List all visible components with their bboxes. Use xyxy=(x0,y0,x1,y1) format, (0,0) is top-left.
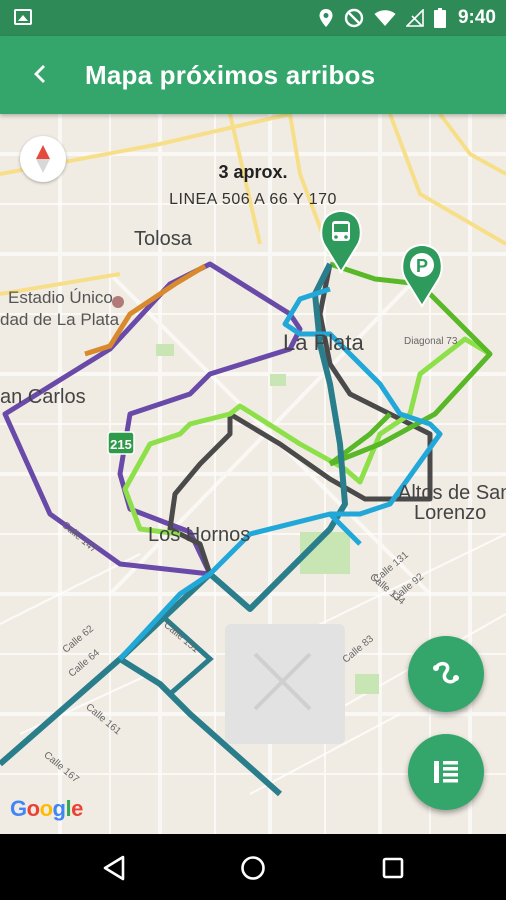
google-logo: Google xyxy=(10,796,83,821)
schedule-list-icon xyxy=(434,761,458,783)
nav-home-icon xyxy=(241,856,265,880)
image-notification-icon xyxy=(14,9,32,25)
schedule-list-fab-button[interactable] xyxy=(408,734,484,810)
back-button[interactable] xyxy=(20,54,60,94)
map-view[interactable]: 215 3 aprox. LINEA 506 A 66 Y 170 Tolosa… xyxy=(0,114,506,834)
map-label-san-carlos: an Carlos xyxy=(0,386,86,408)
svg-text:P: P xyxy=(416,256,428,276)
map-label-diagonal: Diagonal 73 xyxy=(404,336,458,347)
battery-icon xyxy=(433,8,446,28)
wifi-icon xyxy=(374,10,396,26)
nav-back-button[interactable] xyxy=(94,848,134,888)
map-label-tolosa: Tolosa xyxy=(134,228,192,250)
do-not-disturb-icon xyxy=(344,8,364,28)
page-title: Mapa próximos arribos xyxy=(85,60,376,90)
nav-home-button[interactable] xyxy=(233,848,273,888)
status-icons: 9:40 xyxy=(318,0,496,36)
location-icon xyxy=(319,9,333,27)
no-signal-icon xyxy=(405,9,424,27)
route-shield-label: 215 xyxy=(110,437,132,452)
nav-recent-apps-button[interactable] xyxy=(373,848,413,888)
map-label-altos-2: Lorenzo xyxy=(414,502,487,524)
map-canvas: 215 xyxy=(0,114,506,834)
android-nav-bar xyxy=(0,834,506,900)
back-arrow-icon xyxy=(34,65,45,83)
map-label-estadio-2: dad de La Plata xyxy=(0,310,120,329)
route-fab-button[interactable] xyxy=(408,636,484,712)
nav-back-icon xyxy=(103,855,125,881)
bus-line-label: LINEA 506 A 66 Y 170 xyxy=(169,191,337,208)
map-label-la-plata: La Plata xyxy=(283,330,364,355)
map-label-estadio-1: Estadio Único xyxy=(8,288,113,307)
bus-arrival-title: 3 aprox. xyxy=(218,162,288,182)
nav-recent-icon xyxy=(382,857,404,879)
route-icon xyxy=(433,661,459,684)
app-bar: Mapa próximos arribos xyxy=(0,36,506,114)
parking-marker-icon[interactable]: P xyxy=(399,244,445,308)
bus-stop-marker-icon[interactable] xyxy=(318,210,364,274)
status-bar: 9:40 xyxy=(0,0,506,36)
status-time: 9:40 xyxy=(457,7,496,28)
map-label-los-hornos: Los Hornos xyxy=(148,524,251,546)
